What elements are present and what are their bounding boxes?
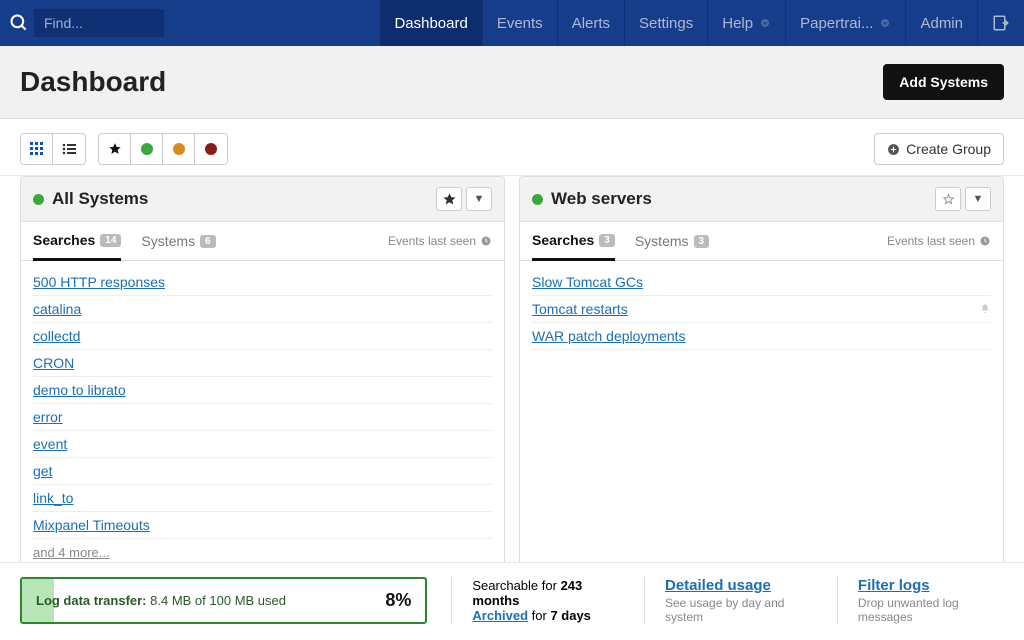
- search-icon[interactable]: [8, 12, 30, 34]
- search-link[interactable]: catalina: [33, 301, 81, 317]
- list-item: error: [33, 404, 492, 431]
- detailed-usage-sub: See usage by day and system: [665, 596, 813, 624]
- list-item: link_to: [33, 485, 492, 512]
- panel-tabs: Searches 3 Systems 3 Events last seen: [520, 222, 1003, 261]
- tab-systems[interactable]: Systems 6: [141, 233, 215, 259]
- nav-item-admin[interactable]: Admin: [906, 0, 978, 46]
- usage-box: Log data transfer: 8.4 MB of 100 MB used…: [20, 577, 427, 624]
- create-group-label: Create Group: [906, 141, 991, 157]
- filter-logs-col: Filter logs Drop unwanted log messages: [837, 577, 1004, 624]
- search-link[interactable]: collectd: [33, 328, 80, 344]
- toolbar: Create Group: [0, 119, 1024, 176]
- nav-item-events[interactable]: Events: [483, 0, 558, 46]
- list-item: get: [33, 458, 492, 485]
- panels-container: All Systems ▼ Searches 14 Systems 6 Even…: [0, 176, 1024, 575]
- list-item: demo to librato: [33, 377, 492, 404]
- usage-text: Log data transfer: 8.4 MB of 100 MB used: [36, 593, 286, 608]
- search-list: 500 HTTP responses catalina collectd CRON de…: [21, 261, 504, 574]
- chevron-down-icon: [759, 17, 771, 29]
- add-systems-button[interactable]: Add Systems: [883, 64, 1004, 100]
- logout-icon[interactable]: [978, 0, 1024, 46]
- list-item: Mixpanel Timeouts: [33, 512, 492, 539]
- search-list: Slow Tomcat GCs Tomcat restarts WAR patch …: [520, 261, 1003, 358]
- star-button[interactable]: [935, 187, 961, 211]
- panel-title: Web servers: [551, 189, 935, 209]
- search-link[interactable]: demo to librato: [33, 382, 126, 398]
- view-toggle-group: [20, 133, 86, 165]
- footer: Log data transfer: 8.4 MB of 100 MB used…: [0, 562, 1024, 640]
- clock-icon: [979, 235, 991, 247]
- list-item: CRON: [33, 350, 492, 377]
- star-button[interactable]: [436, 187, 462, 211]
- panel-header: All Systems ▼: [21, 177, 504, 222]
- page-title: Dashboard: [20, 66, 166, 98]
- panel-header: Web servers ▼: [520, 177, 1003, 222]
- filter-logs-sub: Drop unwanted log messages: [858, 596, 1004, 624]
- plus-circle-icon: [887, 143, 900, 156]
- filter-logs-link[interactable]: Filter logs: [858, 577, 1004, 594]
- create-group-button[interactable]: Create Group: [874, 133, 1004, 165]
- panel-menu-button[interactable]: ▼: [965, 187, 991, 211]
- group-panel: All Systems ▼ Searches 14 Systems 6 Even…: [20, 176, 505, 575]
- tab-searches[interactable]: Searches 3: [532, 232, 615, 261]
- page-header: Dashboard Add Systems: [0, 46, 1024, 119]
- search-input[interactable]: [34, 9, 164, 37]
- clock-icon: [480, 235, 492, 247]
- grid-view-icon[interactable]: [21, 134, 53, 164]
- panel-menu-button[interactable]: ▼: [466, 187, 492, 211]
- star-filter-icon[interactable]: [99, 134, 131, 164]
- nav-item-alerts[interactable]: Alerts: [558, 0, 625, 46]
- filter-group: [98, 133, 228, 165]
- panel-title: All Systems: [52, 189, 436, 209]
- red-filter[interactable]: [195, 134, 227, 164]
- bell-icon: [979, 303, 991, 315]
- detailed-usage-link[interactable]: Detailed usage: [665, 577, 813, 594]
- archived-link[interactable]: Archived: [472, 608, 528, 623]
- search-link[interactable]: WAR patch deployments: [532, 328, 686, 344]
- search-link[interactable]: event: [33, 436, 67, 452]
- green-filter[interactable]: [131, 134, 163, 164]
- list-item: event: [33, 431, 492, 458]
- status-dot: [33, 194, 44, 205]
- list-item: collectd: [33, 323, 492, 350]
- search-link[interactable]: get: [33, 463, 52, 479]
- nav-item-dashboard[interactable]: Dashboard: [380, 0, 482, 46]
- list-item: 500 HTTP responses: [33, 269, 492, 296]
- nav-item-settings[interactable]: Settings: [625, 0, 708, 46]
- tab-systems[interactable]: Systems 3: [635, 233, 709, 259]
- group-panel: Web servers ▼ Searches 3 Systems 3 Event…: [519, 176, 1004, 575]
- search-link[interactable]: Mixpanel Timeouts: [33, 517, 150, 533]
- orange-filter[interactable]: [163, 134, 195, 164]
- status-dot: [532, 194, 543, 205]
- list-item: WAR patch deployments: [532, 323, 991, 350]
- search-link[interactable]: Tomcat restarts: [532, 301, 628, 317]
- list-item: Tomcat restarts: [532, 296, 991, 323]
- chevron-down-icon: [879, 17, 891, 29]
- usage-percent: 8%: [385, 590, 411, 611]
- retention-info: Searchable for 243 months Archived for 7…: [451, 577, 620, 624]
- search-link[interactable]: Slow Tomcat GCs: [532, 274, 643, 290]
- top-nav: DashboardEventsAlertsSettingsHelpPapertr…: [0, 0, 1024, 46]
- search-wrap: [0, 0, 164, 46]
- search-link[interactable]: 500 HTTP responses: [33, 274, 165, 290]
- nav-item-papertrai[interactable]: Papertrai...: [786, 0, 906, 46]
- events-last-seen: Events last seen: [388, 234, 492, 258]
- panel-tabs: Searches 14 Systems 6 Events last seen: [21, 222, 504, 261]
- detailed-usage-col: Detailed usage See usage by day and syst…: [644, 577, 813, 624]
- nav-item-help[interactable]: Help: [708, 0, 786, 46]
- list-view-icon[interactable]: [53, 134, 85, 164]
- search-link[interactable]: error: [33, 409, 63, 425]
- list-item: catalina: [33, 296, 492, 323]
- tab-searches[interactable]: Searches 14: [33, 232, 121, 261]
- search-link[interactable]: CRON: [33, 355, 74, 371]
- search-link[interactable]: link_to: [33, 490, 73, 506]
- list-item: Slow Tomcat GCs: [532, 269, 991, 296]
- events-last-seen: Events last seen: [887, 234, 991, 258]
